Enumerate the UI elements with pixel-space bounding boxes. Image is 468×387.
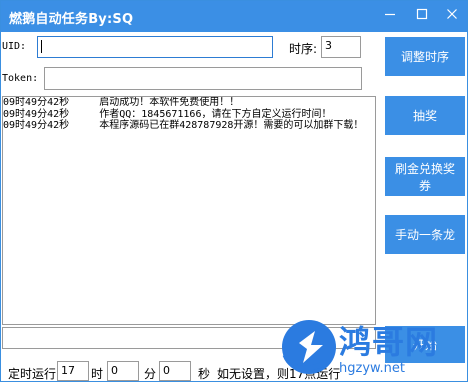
order-input[interactable]: 3: [321, 36, 361, 58]
manual-one-button[interactable]: 手动一条龙: [385, 215, 465, 254]
log-line: 09时49分42秒 本程序源码已在群428787928开源！需要的可以加群下载！: [3, 120, 364, 131]
app-window: 燃鹅自动任务By:SQ UID: 时序: 3 Token: 09时49分42秒 …: [0, 0, 468, 382]
hour-input[interactable]: 17: [57, 361, 89, 381]
minute-input[interactable]: 0: [107, 361, 139, 381]
redeem-gold-button[interactable]: 刷金兑换奖券: [385, 157, 465, 196]
watermark-url: hgzyw.net: [339, 361, 405, 376]
hour-value: 17: [61, 364, 75, 377]
title-bar[interactable]: 燃鹅自动任务By:SQ: [1, 1, 467, 32]
minimize-icon[interactable]: [375, 1, 405, 32]
window-title: 燃鹅自动任务By:SQ: [9, 12, 134, 27]
minute-label: 分: [144, 367, 157, 381]
hour-label: 时: [91, 367, 104, 381]
token-label: Token:: [2, 73, 39, 84]
second-value: 0: [163, 364, 170, 377]
adjust-order-button[interactable]: 调整时序: [385, 37, 465, 76]
log-area[interactable]: 09时49分42秒 启动成功！本软件免费使用！！ 09时49分42秒 作者QQ：…: [2, 96, 376, 325]
close-icon[interactable]: [437, 1, 467, 32]
order-label: 时序:: [289, 42, 318, 56]
schedule-label: 定时运行: [8, 367, 57, 381]
watermark-text: 鸿哥网: [339, 323, 439, 361]
second-label: 秒: [198, 367, 211, 381]
log-line: 09时49分42秒 作者QQ：1845671166，请在下方自定义运行时间！: [3, 108, 332, 120]
watermark-logo: 鸿哥网 hgzyw.net: [263, 315, 468, 383]
minute-value: 0: [111, 364, 118, 377]
order-value: 3: [325, 39, 332, 52]
maximize-icon[interactable]: [407, 1, 437, 32]
uid-input[interactable]: [37, 36, 273, 58]
text-caret: [41, 39, 42, 53]
second-input[interactable]: 0: [159, 361, 191, 381]
log-line: 09时49分42秒 启动成功！本软件免费使用！！: [3, 97, 240, 108]
uid-label: UID:: [2, 41, 27, 52]
token-input[interactable]: [44, 67, 362, 90]
lottery-button[interactable]: 抽奖: [385, 96, 465, 135]
